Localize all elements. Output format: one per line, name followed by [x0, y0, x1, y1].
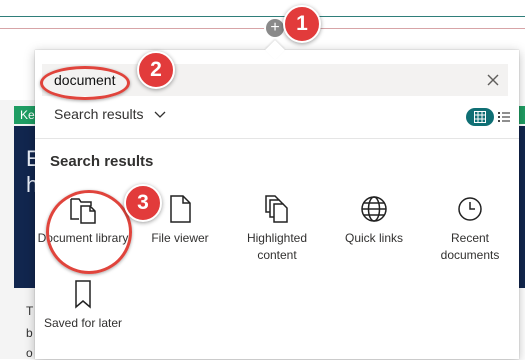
result-quick-links[interactable]: Quick links [324, 194, 424, 247]
background-body-text-3: o [26, 346, 33, 360]
step-badge-1: 1 [283, 5, 321, 43]
result-label: Quick links [344, 231, 403, 245]
result-label: Saved for later [43, 316, 123, 330]
list-view-icon[interactable] [497, 110, 511, 124]
filter-label: Search results [54, 106, 144, 122]
add-web-part-button[interactable]: + [266, 19, 284, 37]
result-label: Highlighted content [246, 231, 308, 262]
section-border-top [0, 16, 525, 17]
section-title: Search results [50, 153, 154, 170]
background-body-text-2: b [26, 326, 33, 340]
step-badge-2: 2 [137, 51, 175, 89]
grid-icon [474, 111, 486, 123]
result-recent-documents[interactable]: Recent documents [420, 194, 520, 264]
bookmark-icon [75, 280, 91, 309]
chevron-down-icon [154, 111, 166, 119]
result-saved-for-later[interactable]: Saved for later [33, 279, 133, 332]
clock-icon [458, 197, 482, 221]
grid-view-toggle[interactable] [466, 108, 494, 126]
step-badge-3: 3 [124, 184, 162, 222]
filter-dropdown[interactable]: Search results [54, 106, 167, 122]
callout-ring-document-library [46, 190, 132, 274]
result-label: File viewer [151, 231, 209, 245]
callout-ring-search [40, 66, 130, 100]
file-icon [170, 195, 191, 223]
panel-divider [35, 138, 519, 139]
result-label: Recent documents [440, 231, 500, 262]
close-icon[interactable] [484, 71, 502, 89]
result-highlighted-content[interactable]: Highlighted content [227, 194, 327, 264]
highlighted-content-icon [265, 195, 288, 223]
globe-icon [361, 196, 387, 222]
section-insert-line [0, 28, 525, 29]
